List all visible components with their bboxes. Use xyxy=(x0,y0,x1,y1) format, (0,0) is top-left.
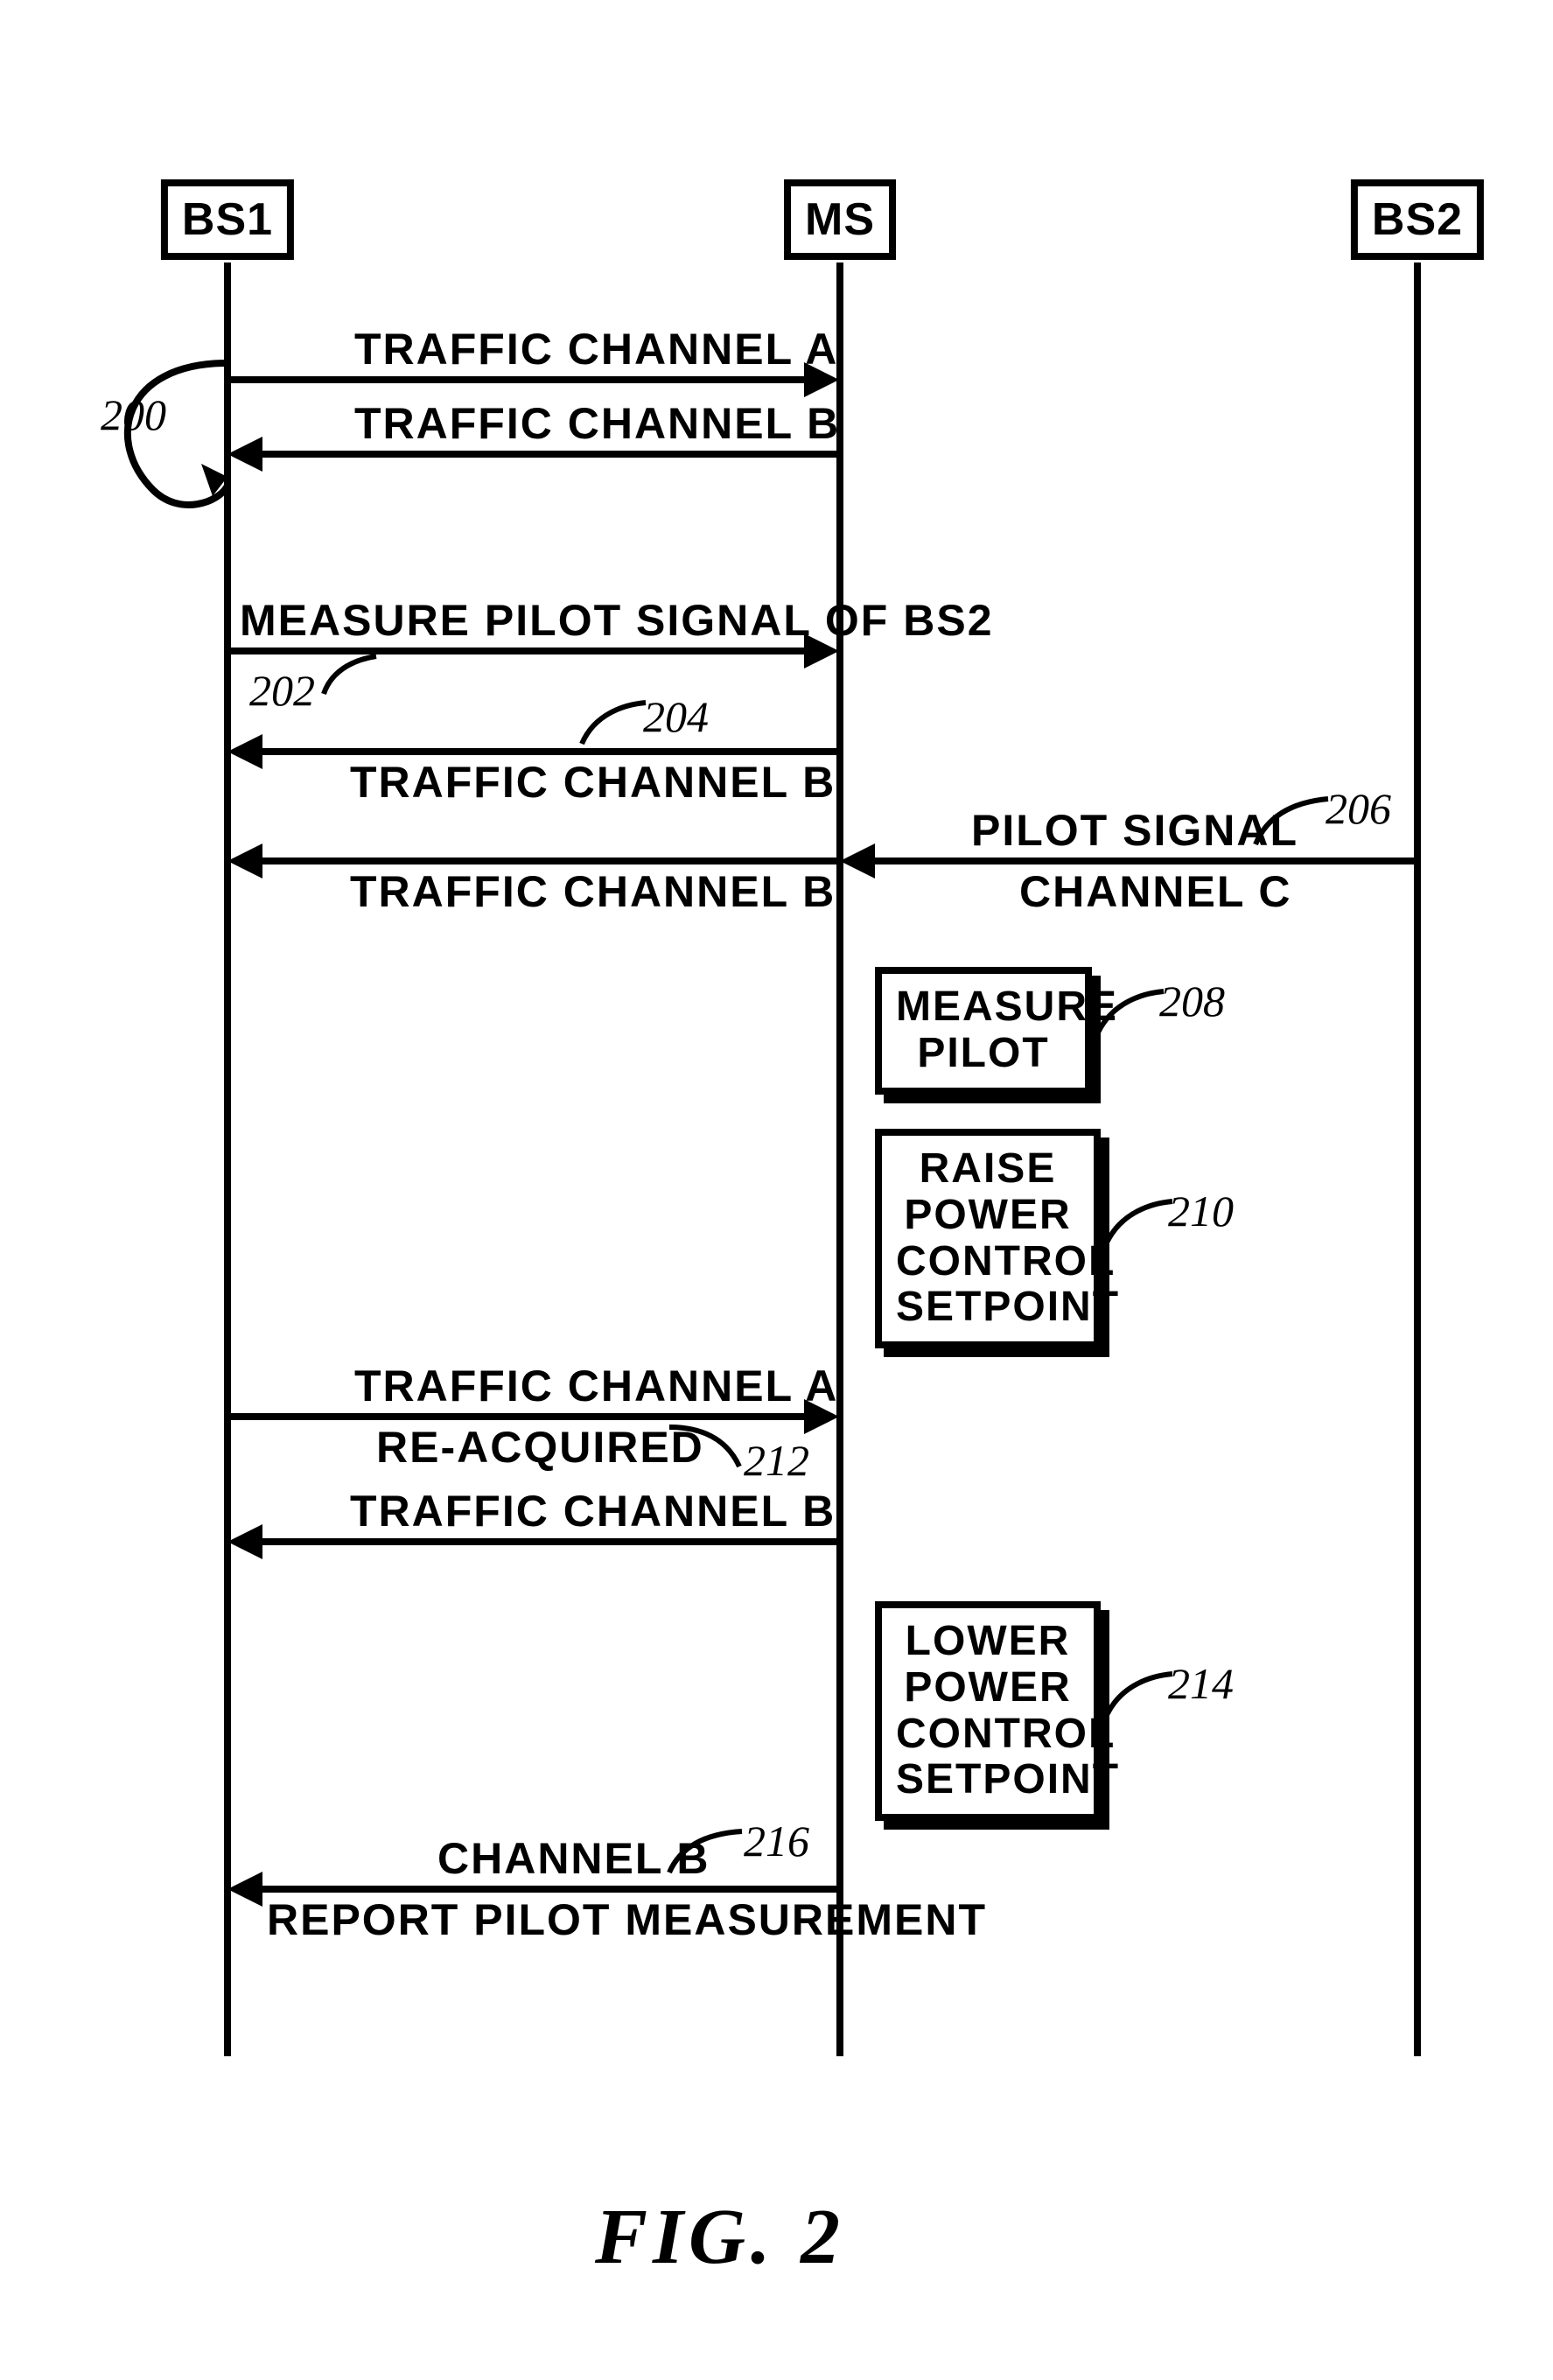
ref-hook-216 xyxy=(665,1829,744,1877)
ref-hook-206 xyxy=(1251,796,1330,849)
msg-label-traffic-b-1: TRAFFIC CHANNEL B xyxy=(354,398,840,449)
msg-report xyxy=(262,1886,836,1893)
msg-label-traffic-a-1: TRAFFIC CHANNEL A xyxy=(354,324,838,374)
node-text: MEASURE PILOT xyxy=(896,984,1118,1076)
msg-traffic-a-re xyxy=(231,1413,804,1420)
arrowhead-icon xyxy=(840,844,875,878)
node-raise-setpoint: RAISE POWER CONTROL SETPOINT xyxy=(875,1129,1101,1348)
msg-measure-cmd xyxy=(231,648,804,654)
msg-traffic-a-1 xyxy=(231,376,804,383)
arrowhead-icon xyxy=(804,362,839,397)
node-text: LOWER POWER CONTROL SETPOINT xyxy=(896,1618,1120,1802)
msg-traffic-b-4 xyxy=(262,1538,836,1545)
msg-label-traffic-b-4: TRAFFIC CHANNEL B xyxy=(350,1486,836,1536)
lifeline-bs2 xyxy=(1414,262,1421,2056)
node-lower-setpoint: LOWER POWER CONTROL SETPOINT xyxy=(875,1601,1101,1821)
ref-hook-204 xyxy=(577,700,647,748)
diagram-canvas: BS1 MS BS2 200 TRAFFIC CHANNEL A TRAFFIC… xyxy=(0,0,1553,2380)
ref-200: 200 xyxy=(101,389,166,440)
msg-label-measure-cmd: MEASURE PILOT SIGNAL OF BS2 xyxy=(240,595,994,646)
msg-traffic-b-1 xyxy=(262,451,836,458)
msg-label-traffic-b-3: TRAFFIC CHANNEL B xyxy=(350,866,836,917)
participant-bs1: BS1 xyxy=(161,179,294,260)
figure-label: FIG. 2 xyxy=(595,2192,845,2282)
msg-label-traffic-a-re: TRAFFIC CHANNEL A xyxy=(354,1361,838,1411)
msg-label-reacquired: RE-ACQUIRED xyxy=(376,1422,704,1473)
arrowhead-icon xyxy=(227,437,262,472)
ref-hook-212 xyxy=(665,1424,744,1473)
participant-bs2: BS2 xyxy=(1351,179,1484,260)
ref-212: 212 xyxy=(744,1435,809,1486)
ref-202: 202 xyxy=(249,665,315,716)
participant-ms: MS xyxy=(784,179,896,260)
msg-traffic-b-3 xyxy=(262,858,836,864)
ref-hook-214 xyxy=(1104,1671,1174,1719)
msg-pilot-signal xyxy=(875,858,1414,864)
ref-204: 204 xyxy=(643,691,709,742)
ref-hook-202 xyxy=(319,654,381,698)
msg-label-channel-c: CHANNEL C xyxy=(1019,866,1292,917)
ref-210: 210 xyxy=(1168,1186,1234,1236)
ref-hook-208 xyxy=(1095,989,1165,1037)
ref-216: 216 xyxy=(744,1816,809,1866)
node-text: RAISE POWER CONTROL SETPOINT xyxy=(896,1145,1120,1330)
msg-label-report: REPORT PILOT MEASUREMENT xyxy=(267,1894,987,1945)
msg-label-traffic-b-2: TRAFFIC CHANNEL B xyxy=(350,757,836,808)
node-measure-pilot: MEASURE PILOT xyxy=(875,967,1092,1095)
arrowhead-icon xyxy=(227,1524,262,1559)
ref-hook-210 xyxy=(1104,1199,1174,1247)
arrowhead-icon xyxy=(804,634,839,668)
arrowhead-icon xyxy=(804,1399,839,1434)
ref-214: 214 xyxy=(1168,1658,1234,1709)
msg-traffic-b-2 xyxy=(262,748,836,755)
arrowhead-icon xyxy=(227,1872,262,1907)
ref-206: 206 xyxy=(1326,783,1391,834)
arrowhead-icon xyxy=(227,734,262,769)
ref-208: 208 xyxy=(1159,976,1225,1026)
arrowhead-icon xyxy=(227,844,262,878)
msg-label-pilot-signal: PILOT SIGNAL xyxy=(971,805,1298,856)
lifeline-ms xyxy=(836,262,843,2056)
lifeline-bs1 xyxy=(224,262,231,2056)
